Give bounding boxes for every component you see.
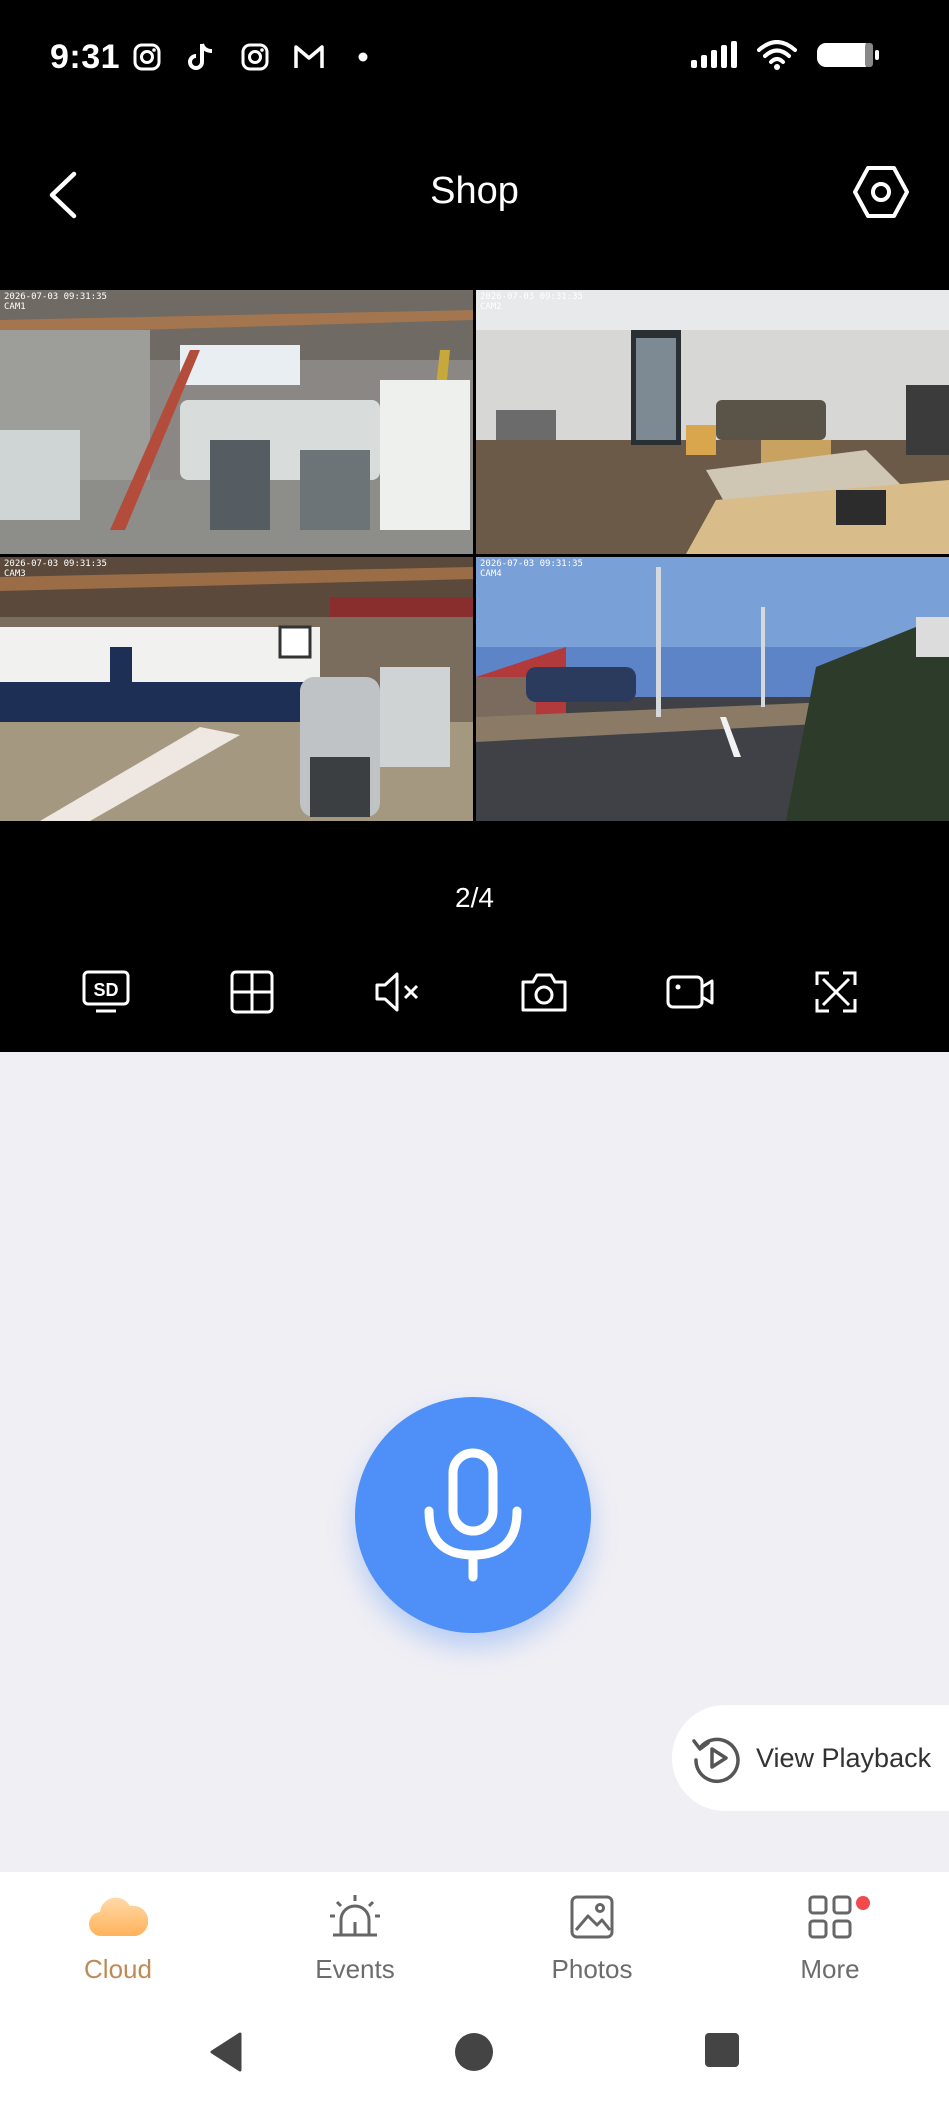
svg-text:SD: SD (93, 980, 118, 1000)
gmail-icon (292, 40, 326, 74)
camera-timestamp: 2026-07-03 09:31:35 CAM2 (480, 292, 583, 312)
status-bar: 9:31 (0, 0, 949, 120)
camera-grid: 2026-07-03 09:31:35 CAM1 2026-07-03 09:31… (0, 290, 949, 822)
nav-recents-button[interactable] (702, 2030, 742, 2070)
square-recents-icon (705, 2033, 739, 2067)
nav-back-button[interactable] (206, 2030, 246, 2074)
view-playback-button[interactable]: View Playback (672, 1705, 949, 1811)
camera-feed-4[interactable]: 2026-07-03 09:31:35 CAM4 (476, 557, 949, 821)
instagram-icon (130, 40, 164, 74)
tab-events[interactable]: Events (275, 1892, 435, 2002)
talk-mic-button[interactable] (355, 1397, 591, 1633)
tab-cloud[interactable]: Cloud (38, 1892, 198, 2002)
sd-quality-button[interactable]: SD (76, 962, 136, 1022)
camera-timestamp: 2026-07-03 09:31:35 CAM4 (480, 559, 583, 579)
cloud-icon (89, 1897, 148, 1937)
camera-timestamp: 2026-07-03 09:31:35 CAM3 (4, 559, 107, 579)
tab-more[interactable]: More (750, 1892, 910, 2002)
system-icons (689, 40, 881, 75)
status-time: 9:31 (50, 38, 121, 76)
nav-home-button[interactable] (452, 2030, 496, 2074)
grid-icon (808, 1895, 852, 1939)
page-title: Shop (430, 170, 519, 212)
settings-button[interactable] (849, 160, 913, 224)
hexagon-gear-icon (853, 166, 909, 218)
dot-icon (346, 40, 380, 74)
live-controls-panel: 2/4 SD (0, 822, 949, 1052)
playback-icon (692, 1737, 740, 1784)
battery-icon (815, 40, 881, 75)
tab-label: Cloud (84, 1954, 152, 1984)
tab-photos[interactable]: Photos (512, 1892, 672, 2002)
snapshot-button[interactable] (514, 962, 574, 1022)
fullscreen-button[interactable] (806, 962, 866, 1022)
notification-badge (856, 1896, 870, 1910)
system-navigation-bar (0, 2012, 949, 2092)
grid-layout-button[interactable] (222, 962, 282, 1022)
wifi-icon (757, 40, 797, 75)
image-icon (570, 1895, 614, 1939)
fullscreen-icon (815, 971, 857, 1013)
notification-icons (130, 40, 380, 74)
tab-label: Events (315, 1954, 395, 1984)
page-indicator: 2/4 (455, 882, 494, 913)
sd-quality-icon: SD (82, 970, 130, 1013)
record-button[interactable] (660, 962, 720, 1022)
view-playback-label: View Playback (756, 1742, 932, 1773)
app-header: Shop (0, 120, 949, 290)
signal-icon (689, 40, 739, 75)
mute-button[interactable] (368, 962, 428, 1022)
alarm-icon (330, 1895, 380, 1937)
tab-label: Photos (551, 1954, 633, 1984)
camera-feed-3[interactable]: 2026-07-03 09:31:35 CAM3 (0, 557, 473, 821)
instagram-icon (238, 40, 272, 74)
grid-layout-icon (230, 970, 274, 1014)
camera-snapshot-icon (521, 973, 567, 1012)
tab-label: More (800, 1954, 860, 1984)
microphone-icon (424, 1448, 522, 1582)
camera-feed-1[interactable]: 2026-07-03 09:31:35 CAM1 (0, 290, 473, 554)
triangle-back-icon (210, 2032, 242, 2072)
circle-home-icon (455, 2033, 493, 2071)
tiktok-icon (184, 40, 218, 74)
camera-feed-2[interactable]: 2026-07-03 09:31:35 CAM2 (476, 290, 949, 554)
video-record-icon (666, 975, 714, 1009)
mute-icon (375, 972, 419, 1012)
control-bar: SD (0, 962, 949, 1042)
camera-timestamp: 2026-07-03 09:31:35 CAM1 (4, 292, 107, 312)
